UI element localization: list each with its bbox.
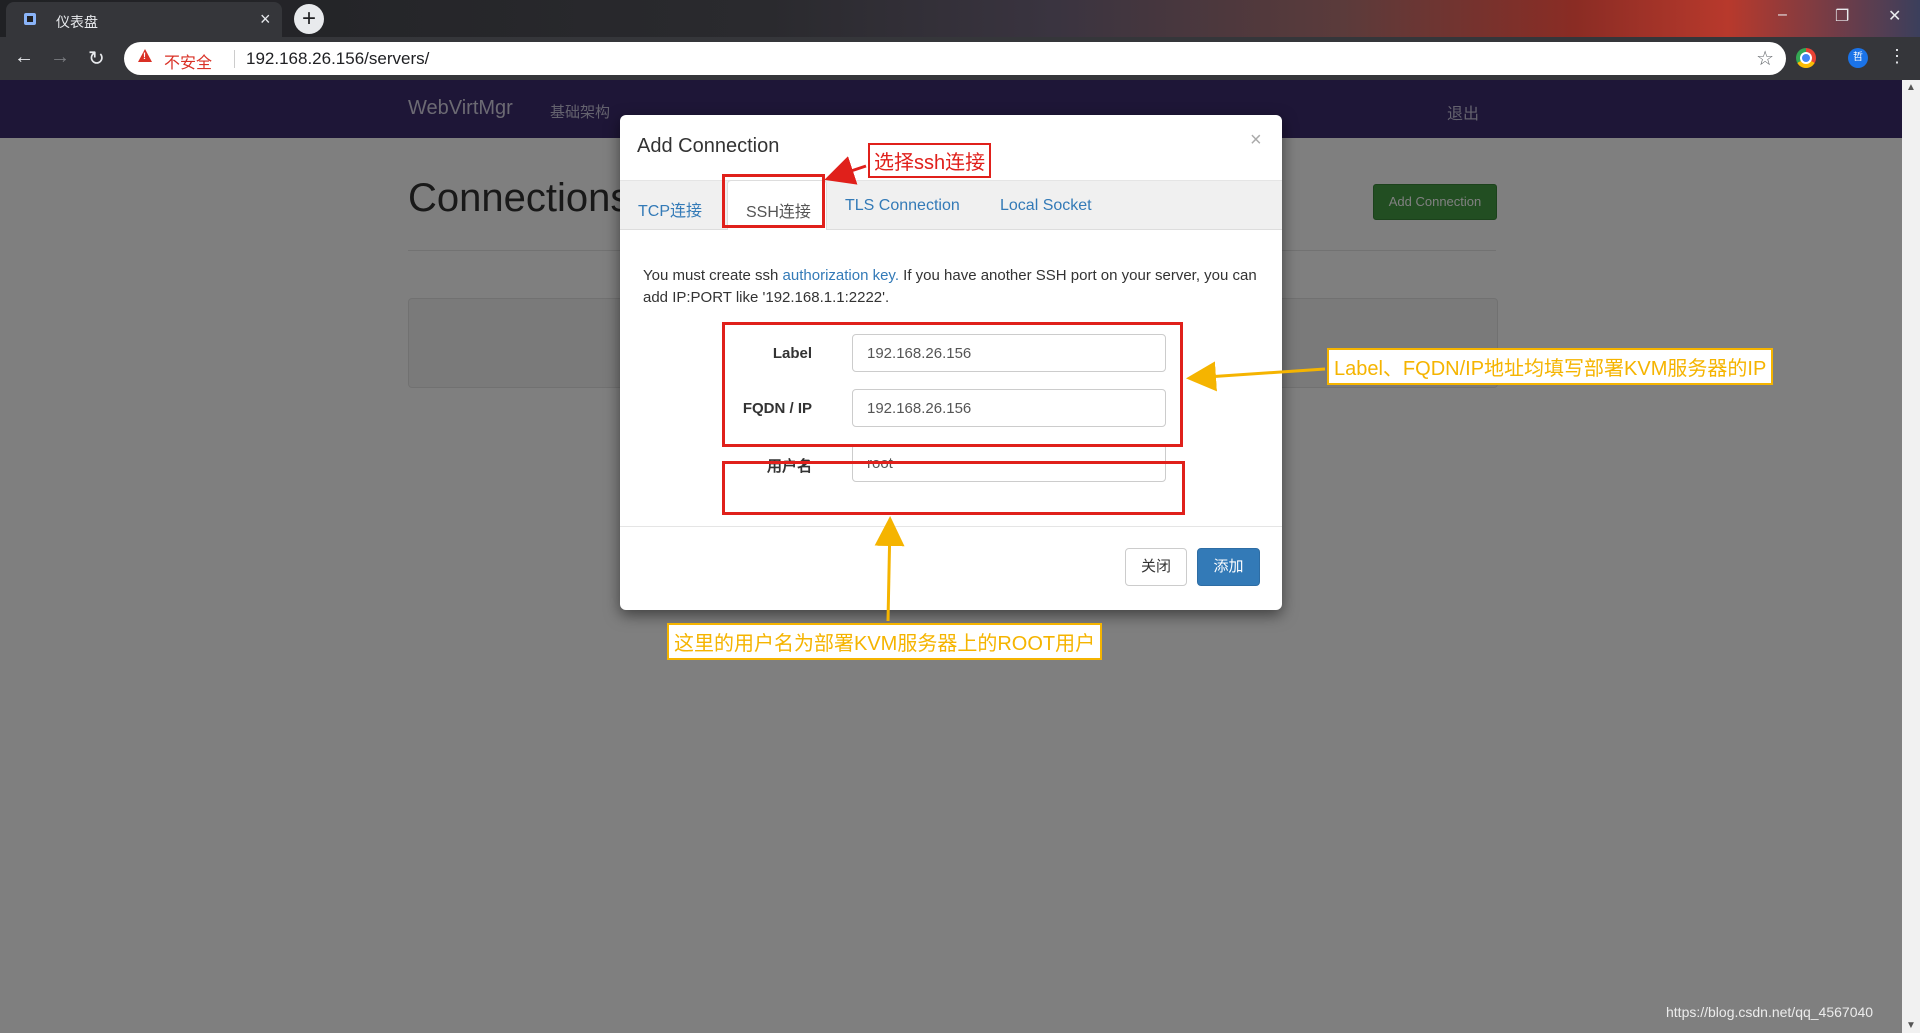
new-tab-button[interactable]: + [294, 4, 324, 34]
modal-close-icon[interactable]: × [1250, 129, 1262, 152]
browser-tab-strip: 仪表盘 × + – ❐ ✕ [0, 0, 1920, 37]
address-bar[interactable]: 不安全 192.168.26.156/servers/ ☆ [124, 42, 1786, 75]
forward-icon[interactable]: → [50, 46, 70, 69]
tab-local-socket[interactable]: Local Socket [1000, 197, 1092, 215]
dashboard-favicon-icon [24, 13, 36, 25]
label-fqdn-callout: Label、FQDN/IP地址均填写部署KVM服务器的IP [1327, 348, 1774, 385]
profile-avatar[interactable]: 哲 [1848, 48, 1868, 68]
help-prefix: You must create ssh [643, 267, 783, 284]
username-callout: 这里的用户名为部署KVM服务器上的ROOT用户 [667, 623, 1103, 660]
url-host: 192.168.26.156 [246, 49, 365, 68]
modal-footer-divider [620, 526, 1282, 527]
add-button[interactable]: 添加 [1197, 548, 1260, 586]
select-ssh-callout: 选择ssh连接 [868, 143, 992, 178]
url-path: /servers/ [364, 49, 430, 68]
browser-tab[interactable]: 仪表盘 × [6, 2, 282, 37]
close-button[interactable]: 关闭 [1125, 548, 1187, 586]
url-text[interactable]: 192.168.26.156/servers/ [230, 49, 429, 69]
back-icon[interactable]: ← [14, 46, 34, 69]
label-fqdn-highlight [722, 322, 1183, 447]
page-content: WebVirtMgr 基础架构 退出 Connections Add Conne… [0, 80, 1902, 1033]
tab-close-icon[interactable]: × [260, 9, 271, 30]
authorization-key-link[interactable]: authorization key. [783, 267, 899, 284]
tab-title: 仪表盘 [56, 14, 98, 30]
warning-icon [138, 49, 152, 62]
close-window-icon[interactable]: ✕ [1888, 6, 1901, 26]
scroll-down-icon[interactable]: ▼ [1906, 1020, 1916, 1031]
browser-menu-icon[interactable]: ⋮ [1888, 46, 1906, 67]
reload-icon[interactable]: ↻ [88, 46, 105, 71]
tab-tls[interactable]: TLS Connection [845, 197, 960, 215]
insecure-label[interactable]: 不安全 [164, 49, 212, 73]
connection-type-tabs: TCP连接 SSH连接 TLS Connection Local Socket [620, 180, 1282, 230]
page-scrollbar[interactable]: ▲ ▼ [1902, 80, 1920, 1033]
modal-title: Add Connection [637, 135, 780, 157]
browser-toolbar: ← → ↻ 不安全 192.168.26.156/servers/ ☆ 哲 ⋮ [0, 37, 1920, 80]
watermark-text: https://blog.csdn.net/qq_4567040 [1666, 1004, 1874, 1020]
username-highlight [722, 461, 1185, 515]
ssh-help-text: You must create ssh authorization key. I… [643, 265, 1263, 309]
bookmark-star-icon[interactable]: ☆ [1756, 46, 1774, 71]
ssh-tab-highlight [722, 174, 825, 228]
tab-tcp[interactable]: TCP连接 [638, 197, 702, 221]
chrome-extension-icon[interactable] [1796, 48, 1816, 68]
scroll-up-icon[interactable]: ▲ [1906, 82, 1916, 93]
restore-icon[interactable]: ❐ [1835, 6, 1849, 26]
minimize-icon[interactable]: – [1778, 6, 1787, 24]
